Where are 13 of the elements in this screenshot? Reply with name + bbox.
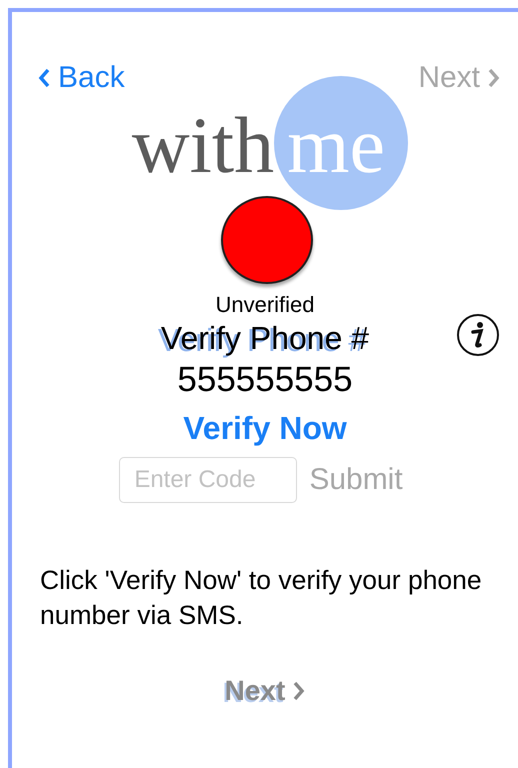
chevron-left-icon <box>38 68 50 88</box>
verify-now-button[interactable]: Verify Now <box>183 410 347 447</box>
logo-text: me <box>287 100 385 192</box>
chevron-right-icon <box>488 68 500 88</box>
chevron-right-icon <box>293 681 306 701</box>
info-icon[interactable] <box>456 313 500 357</box>
phone-number: 555555555 <box>177 360 353 400</box>
logo-text: with <box>132 100 274 192</box>
instructions-text: Click 'Verify Now' to verify your phone number via SMS. <box>39 564 483 632</box>
heading: Verify Phone # <box>160 319 370 358</box>
back-link[interactable]: Back <box>38 61 125 95</box>
status-label: Unverified <box>215 292 315 318</box>
code-input-field[interactable]: Enter Code <box>119 457 298 503</box>
